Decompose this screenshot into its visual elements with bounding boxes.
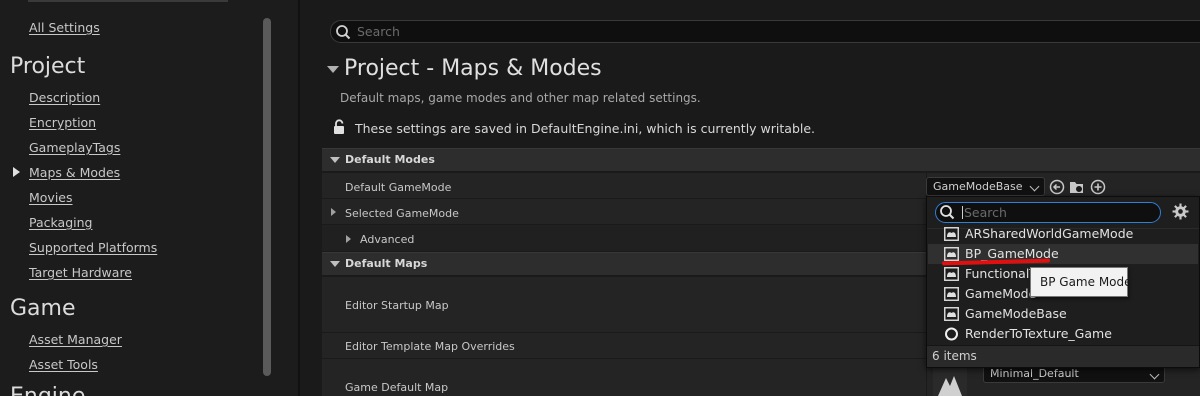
popup-item-label: FunctionalT <box>965 266 1037 281</box>
category-label: Default Maps <box>345 257 428 270</box>
property-label: Editor Startup Map <box>345 299 449 312</box>
sidebar-item-target-hardware[interactable]: Target Hardware <box>29 265 132 280</box>
sidebar-item-encryption[interactable]: Encryption <box>29 115 96 130</box>
sidebar-section-game: Game <box>10 296 76 321</box>
search-placeholder: Search <box>357 24 400 39</box>
popup-item-label: GameModeBase <box>965 306 1067 321</box>
sidebar-item-gameplaytags[interactable]: GameplayTags <box>29 140 120 155</box>
sidebar: All Settings Project Description Encrypt… <box>0 0 300 396</box>
combo-value: Minimal_Default <box>990 367 1079 380</box>
active-item-arrow-icon <box>13 167 20 177</box>
sidebar-section-engine: Engine <box>10 384 85 396</box>
chevron-down-icon <box>1149 369 1160 380</box>
map-thumbnail[interactable] <box>933 366 967 396</box>
sidebar-item-supported-platforms[interactable]: Supported Platforms <box>29 240 157 255</box>
popup-item-label: GameMode <box>965 286 1037 301</box>
sidebar-top-divider <box>28 0 228 2</box>
page-title: Project - Maps & Modes <box>344 56 602 81</box>
property-label: Advanced <box>360 233 415 246</box>
search-icon <box>336 25 351 40</box>
popup-footer: 6 items <box>927 345 1199 367</box>
property-label: Default GameMode <box>345 181 452 194</box>
page-description: Default maps, game modes and other map r… <box>340 91 701 105</box>
text-caret <box>962 206 963 219</box>
sidebar-item-movies[interactable]: Movies <box>29 190 73 205</box>
add-plus-icon[interactable] <box>1090 179 1106 195</box>
tooltip-text: BP Game Mode <box>1040 275 1132 289</box>
map-asset-icon <box>938 376 962 396</box>
use-selected-arrow-icon[interactable] <box>1049 179 1065 195</box>
unlock-icon <box>334 119 344 134</box>
sidebar-item-asset-manager[interactable]: Asset Manager <box>29 332 122 347</box>
popup-item-label: RenderToTexture_Game <box>965 326 1112 341</box>
circle-icon <box>945 327 958 341</box>
blueprint-icon <box>944 267 959 281</box>
sidebar-section-project: Project <box>10 54 86 79</box>
expand-arrow-icon <box>331 208 336 216</box>
settings-search-input[interactable]: Search <box>330 20 1200 43</box>
settings-window: All Settings Project Description Encrypt… <box>0 0 1200 396</box>
category-collapse-icon <box>330 157 340 163</box>
expand-arrow-icon <box>346 235 351 243</box>
popup-item-rendertotexture-game[interactable]: RenderToTexture_Game <box>928 324 1198 344</box>
category-default-modes[interactable]: Default Modes <box>322 148 1200 171</box>
chevron-down-icon <box>1029 181 1040 192</box>
sidebar-scrollbar[interactable] <box>263 18 271 376</box>
popup-item-label: ARSharedWorldGameMode <box>965 226 1134 241</box>
popup-item-gamemodebase[interactable]: GameModeBase <box>928 304 1198 324</box>
combo-value: GameModeBase <box>933 180 1023 193</box>
property-label: Editor Template Map Overrides <box>345 340 515 353</box>
sidebar-item-packaging[interactable]: Packaging <box>29 215 92 230</box>
blueprint-icon <box>944 287 959 301</box>
popup-item-arsharedworldgamemode[interactable]: ARSharedWorldGameMode <box>928 224 1198 244</box>
blueprint-icon <box>944 307 959 321</box>
category-collapse-icon <box>330 261 340 267</box>
browse-folder-icon[interactable] <box>1069 179 1085 195</box>
blueprint-icon <box>944 227 959 241</box>
sidebar-item-description[interactable]: Description <box>29 90 100 105</box>
sidebar-item-maps-modes[interactable]: Maps & Modes <box>29 165 120 180</box>
property-label: Selected GameMode <box>345 207 459 220</box>
sidebar-item-asset-tools[interactable]: Asset Tools <box>29 357 98 372</box>
gamemode-combo-box[interactable]: GameModeBase <box>926 177 1045 196</box>
config-writable-notice: These settings are saved in DefaultEngin… <box>355 121 816 136</box>
popup-search-placeholder: Search <box>964 205 1007 220</box>
item-tooltip: BP Game Mode <box>1030 267 1132 297</box>
all-settings-link[interactable]: All Settings <box>29 20 100 35</box>
item-count: 6 items <box>932 349 977 363</box>
category-label: Default Modes <box>345 153 435 166</box>
collapse-arrow-icon[interactable] <box>327 66 339 73</box>
gear-icon[interactable] <box>1172 203 1189 220</box>
search-icon <box>940 205 955 220</box>
blueprint-icon <box>944 247 959 261</box>
property-label: Game Default Map <box>345 381 449 394</box>
popup-search-input[interactable]: Search <box>935 202 1161 223</box>
